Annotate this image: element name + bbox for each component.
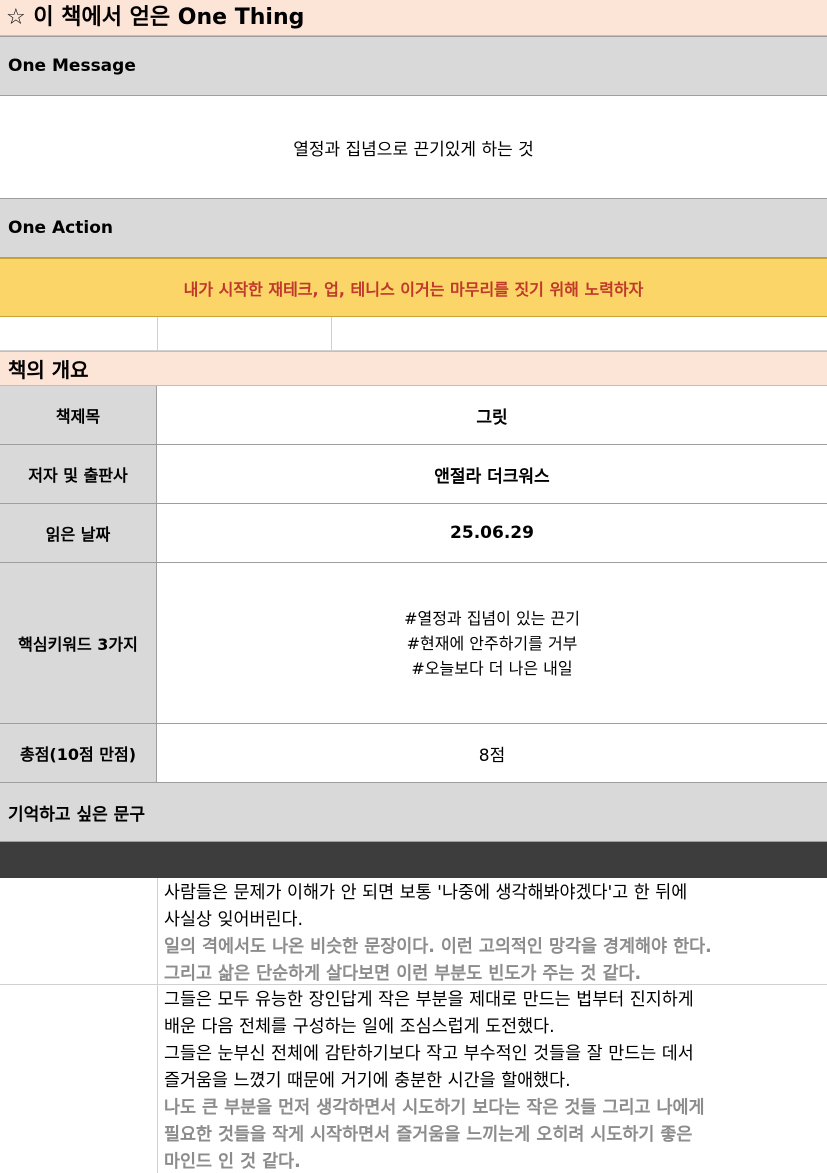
quotes-header-bar xyxy=(0,842,827,878)
keywords-cell[interactable]: #열정과 집념이 있는 끈기 #현재에 안주하기를 거부 #오늘보다 더 나은 … xyxy=(157,563,827,723)
quotes-title: 기억하고 싶은 문구 xyxy=(0,783,827,842)
score-label: 총점(10점 만점) xyxy=(0,724,157,782)
date-label: 읽은 날짜 xyxy=(0,504,157,562)
comment-line: 필요한 것들을 작게 시작하면서 즐거움을 느끼는게 오히려 시도하기 좋은 xyxy=(164,1125,693,1145)
quote-left-cell xyxy=(0,878,158,984)
quote-text-cell: 사람들은 문제가 이해가 안 되면 보통 '나중에 생각해봐야겠다'고 한 뒤에… xyxy=(158,878,827,984)
author-row: 저자 및 출판사 앤절라 더크워스 xyxy=(0,445,827,504)
one-action-label: One Action xyxy=(0,198,827,258)
quote-left-cell xyxy=(0,985,158,1173)
cell-divider xyxy=(331,317,332,350)
keywords-row: 핵심키워드 3가지 #열정과 집념이 있는 끈기 #현재에 안주하기를 거부 #… xyxy=(0,563,827,724)
comment-line: 나도 큰 부분을 먼저 생각하면서 시도하기 보다는 작은 것들 그리고 나에게 xyxy=(164,1098,705,1118)
quote-line: 사실상 잊어버린다. xyxy=(164,910,304,930)
one-message-label: One Message xyxy=(0,36,827,96)
quote-text-cell: 그들은 모두 유능한 장인답게 작은 부분을 제대로 만드는 법부터 진지하게 … xyxy=(158,985,827,1173)
one-message-text: 열정과 집념으로 끈기있게 하는 것 xyxy=(293,139,534,160)
book-title-row: 책제목 그릿 xyxy=(0,386,827,445)
book-title-value[interactable]: 그릿 xyxy=(157,386,827,444)
empty-row[interactable] xyxy=(0,317,827,351)
quote-row[interactable]: 사람들은 문제가 이해가 안 되면 보통 '나중에 생각해봐야겠다'고 한 뒤에… xyxy=(0,878,827,985)
keyword-item: #오늘보다 더 나은 내일 xyxy=(411,658,573,678)
keyword-item: #현재에 안주하기를 거부 xyxy=(406,633,578,653)
comment-line: 일의 격에서도 나온 비슷한 문장이다. 이런 고의적인 망각을 경계해야 한다… xyxy=(164,937,712,957)
quote-line: 배운 다음 전체를 구성하는 일에 조심스럽게 도전했다. xyxy=(164,1017,555,1037)
keywords-label: 핵심키워드 3가지 xyxy=(0,563,157,723)
quote-line: 그들은 모두 유능한 장인답게 작은 부분을 제대로 만드는 법부터 진지하게 xyxy=(164,990,694,1010)
reading-note-sheet: ☆ 이 책에서 얻은 One Thing One Message 열정과 집념으… xyxy=(0,0,827,1173)
author-label: 저자 및 출판사 xyxy=(0,445,157,503)
score-value[interactable]: 8점 xyxy=(157,724,827,782)
score-row: 총점(10점 만점) 8점 xyxy=(0,724,827,783)
one-action-cell[interactable]: 내가 시작한 재테크, 업, 테니스 이거는 마무리를 짓기 위해 노력하자 xyxy=(0,258,827,317)
comment-line: 마인드 인 것 같다. xyxy=(164,1152,301,1172)
one-action-text: 내가 시작한 재테크, 업, 테니스 이거는 마무리를 짓기 위해 노력하자 xyxy=(183,279,644,299)
quote-row[interactable]: 그들은 모두 유능한 장인답게 작은 부분을 제대로 만드는 법부터 진지하게 … xyxy=(0,985,827,1173)
author-value[interactable]: 앤절라 더크워스 xyxy=(157,445,827,503)
comment-line: 그리고 삶은 단순하게 살다보면 이런 부분도 빈도가 주는 것 같다. xyxy=(164,964,642,984)
date-row: 읽은 날짜 25.06.29 xyxy=(0,504,827,563)
keyword-item: #열정과 집념이 있는 끈기 xyxy=(404,608,580,628)
quote-line: 그들은 눈부신 전체에 감탄하기보다 작고 부수적인 것들을 잘 만드는 데서 xyxy=(164,1044,694,1064)
one-message-cell[interactable]: 열정과 집념으로 끈기있게 하는 것 xyxy=(0,96,827,198)
book-title-label: 책제목 xyxy=(0,386,157,444)
date-value[interactable]: 25.06.29 xyxy=(157,504,827,562)
quote-line: 사람들은 문제가 이해가 안 되면 보통 '나중에 생각해봐야겠다'고 한 뒤에 xyxy=(164,883,688,903)
page-title: ☆ 이 책에서 얻은 One Thing xyxy=(0,0,827,36)
cell-divider xyxy=(157,317,158,350)
quote-line: 즐거움을 느꼈기 때문에 거기에 충분한 시간을 할애했다. xyxy=(164,1071,571,1091)
keywords-list: #열정과 집념이 있는 끈기 #현재에 안주하기를 거부 #오늘보다 더 나은 … xyxy=(404,606,580,681)
overview-title: 책의 개요 xyxy=(0,351,827,386)
